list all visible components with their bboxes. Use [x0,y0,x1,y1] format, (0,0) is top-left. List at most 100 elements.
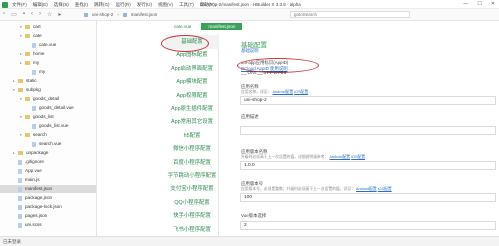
tree-file[interactable]: my [0,68,96,76]
goto-search-box[interactable] [290,11,410,18]
tree-folder[interactable]: ▸ static [0,77,96,85]
file-icon [32,69,36,75]
tree-folder[interactable]: ▾ goods_detail [0,95,96,103]
version-code-input[interactable]: 100 [240,193,496,202]
tree-file[interactable]: App.vue [0,167,96,175]
tree-item-label: unpackage [26,150,49,155]
tree-file[interactable]: .gitignore [0,158,96,166]
app-name-input[interactable]: uni-shop-2 [240,96,496,105]
tree-folder[interactable]: ▾ cart [0,23,96,31]
menu-select[interactable]: 选择(S) [54,2,69,8]
menu-tools[interactable]: 工具(T) [179,2,194,8]
tree-folder[interactable]: ▸ my [0,59,96,67]
section-help-link[interactable]: 基础说明 [241,48,259,54]
tree-item-label: pages.json [25,213,48,218]
run-icon[interactable]: ▸ [58,11,61,18]
config-nav-item[interactable]: 飞书小程序配置 [165,223,219,237]
title-bar: 文件(F) 编辑(E) 选择(S) 查找(I) 跳转(G) 运行(R) 发行(U… [0,0,499,9]
config-nav-item[interactable]: 字节跳动小程序配置 [165,169,219,183]
tree-item-label: goods_list [33,114,54,119]
basic-config-panel: 基础配置 基础说明 uni-app应用标识(AppID) DCloud AppI… [223,34,499,236]
maximize-button[interactable]: ☐ [477,1,481,7]
tree-file[interactable]: search.vue [0,140,96,148]
tree-item-label: goods_list.vue [39,123,69,128]
config-nav-item[interactable]: App模块配置 [165,75,219,89]
tab-cate-vue[interactable]: cate.vue [167,23,199,30]
tree-folder[interactable]: ▾ cate [0,32,96,40]
version-name-input[interactable]: 1.0.0 [240,161,496,170]
tree-item-label: uni.scss [25,222,42,227]
file-icon [18,222,22,228]
config-nav-item[interactable]: h5配置 [165,129,219,143]
save-icon[interactable]: ▪ [23,11,25,18]
tree-file[interactable]: pages.json [0,212,96,220]
open-folder-icon[interactable]: ▭ [11,11,17,18]
menu-goto[interactable]: 跳转(G) [94,2,110,8]
menu-view[interactable]: 视图(V) [158,2,173,8]
new-file-icon[interactable]: ▫ [3,11,5,18]
tree-file[interactable]: cate.vue [0,41,96,49]
tree-folder[interactable]: ▸ unpackage [0,149,96,157]
version-name-help-text: 升级时必须高于上一次设置的值，详细说明请参考： [241,155,329,159]
config-nav-item[interactable]: App权限配置 [165,89,219,103]
config-nav-item[interactable]: 微信小程序配置 [165,142,219,156]
close-button[interactable]: ✕ [491,1,495,7]
tree-folder[interactable]: ▾ subpkg [0,86,96,94]
breadcrumb-file[interactable]: manifest.json [131,12,158,17]
vue-version-label: Vue版本选择 [241,213,267,218]
tree-file[interactable]: uni.scss [0,221,96,229]
version-code-android-link[interactable]: Android配置 [356,187,377,191]
config-nav-item[interactable]: QQ小程序配置 [165,196,219,210]
version-name-ios-link[interactable]: iOS配置 [351,155,365,159]
tree-file[interactable]: package.json [0,194,96,202]
config-nav-item[interactable]: App常用其它设置 [165,115,219,129]
vue-version-select[interactable]: 2 [240,221,496,230]
config-nav-item[interactable]: 支付宝小程序配置 [165,182,219,196]
appid-value[interactable]: __UNI__5FFC709 [241,71,287,76]
tree-folder[interactable]: ▾ goods_list [0,113,96,121]
tree-item-label: static [26,78,37,83]
tree-file[interactable]: goods_detail.vue [0,104,96,112]
login-status[interactable]: 已未登录 [3,239,21,245]
goto-search-input[interactable] [294,12,409,17]
minimize-button[interactable]: — [463,1,468,7]
app-name-help-text: 应用名称，详见： [241,90,272,94]
menu-file[interactable]: 文件(F) [12,2,27,8]
toolbar-icons: ▫ ▭ ▪ ‹ › ☆ ▸ [3,11,61,18]
tree-item-label: package-lock.json [25,204,62,209]
config-nav-item[interactable]: App原生插件配置 [165,102,219,116]
project-icon [84,12,88,17]
config-nav-item[interactable]: 快手小程序配置 [165,209,219,223]
breadcrumb-project[interactable]: uni-shop-2 [92,12,113,17]
menu-publish[interactable]: 发行(U) [137,2,152,8]
tree-file[interactable]: goods_list.vue [0,122,96,130]
star-icon[interactable]: ☆ [47,11,52,18]
menu-find[interactable]: 查找(I) [75,2,88,8]
file-icon [32,141,36,147]
folder-icon [18,79,23,83]
tree-file[interactable]: manifest.json [0,185,96,193]
version-code-ios-link[interactable]: iOS配置 [378,187,392,191]
file-icon [32,105,36,111]
app-name-android-link[interactable]: Android配置 [272,90,293,94]
menu-edit[interactable]: 编辑(E) [33,2,48,8]
back-icon[interactable]: ‹ [31,11,33,18]
hbuilder-logo-icon [2,1,8,8]
version-name-android-link[interactable]: Android配置 [329,155,350,159]
tab-manifest-json[interactable]: manifest.json [201,23,243,30]
tree-folder[interactable]: ▸ home [0,50,96,58]
forward-icon[interactable]: › [39,11,41,18]
tree-item-label: my [33,60,40,65]
folder-icon [25,61,30,65]
config-nav-item[interactable]: 百度小程序配置 [165,156,219,170]
menu-run[interactable]: 运行(R) [116,2,131,8]
file-icon [18,168,22,174]
tree-folder[interactable]: ▾ search [0,131,96,139]
tree-file[interactable]: package-lock.json [0,203,96,211]
tree-file[interactable]: main.js [0,176,96,184]
version-code-help-text: 应用版本号，必须是整数；升级时必须高于上一次设置的值，详见： [241,187,355,191]
config-nav-item[interactable]: App启动界面配置 [165,62,219,76]
app-name-ios-link[interactable]: iOS配置 [294,90,308,94]
app-description-input[interactable] [240,126,496,135]
version-name-help: 升级时必须高于上一次设置的值，详细说明请参考： Android配置 iOS配置 [241,155,365,160]
